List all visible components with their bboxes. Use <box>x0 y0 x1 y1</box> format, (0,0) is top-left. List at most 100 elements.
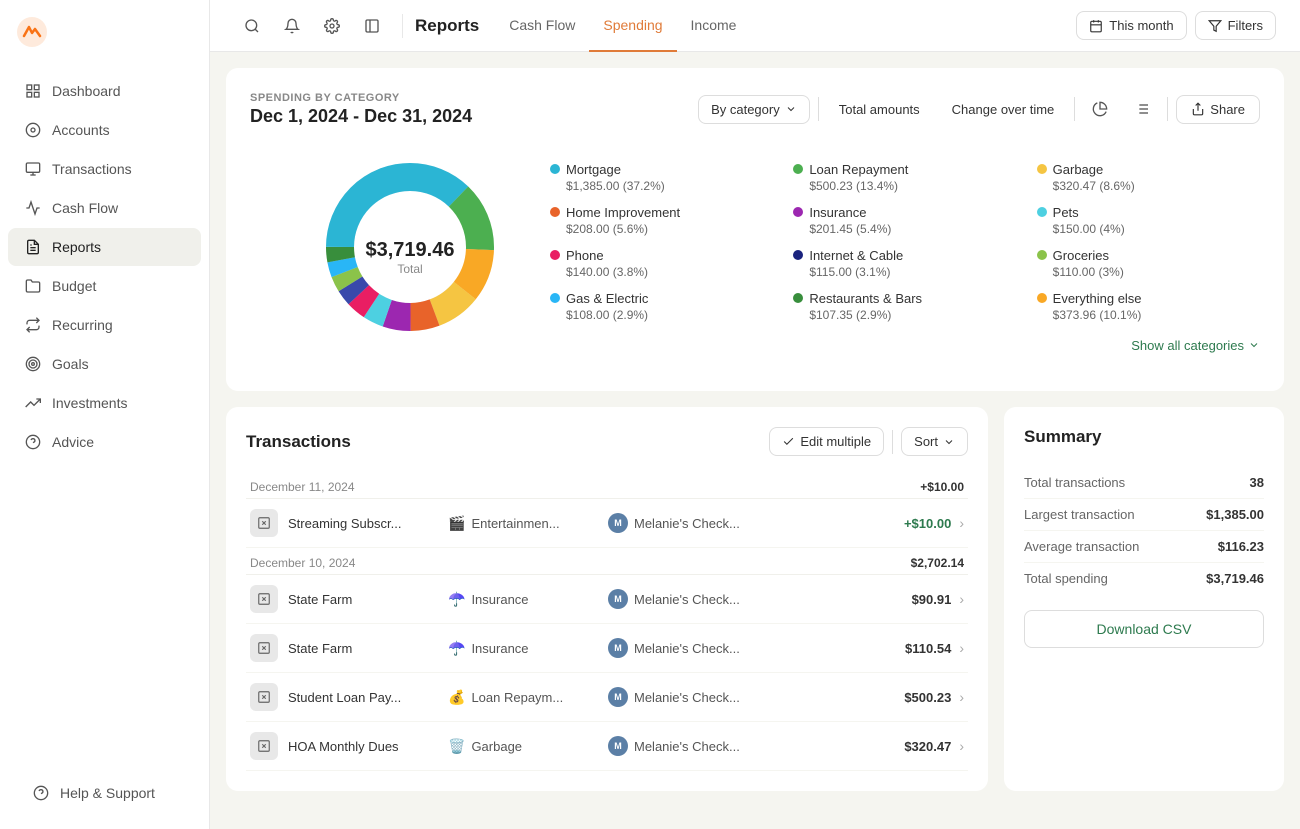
tx-icon <box>250 585 278 613</box>
notifications-icon-btn[interactable] <box>274 8 310 44</box>
table-row[interactable]: State Farm ☂️ Insurance M Melanie's Chec… <box>246 624 968 673</box>
legend-value: $208.00 (5.6%) <box>566 222 773 236</box>
dashboard-icon <box>24 82 42 100</box>
legend-dot <box>793 164 803 174</box>
tx-account: M Melanie's Check... <box>608 736 768 756</box>
legend-name: Garbage <box>1037 162 1260 177</box>
sidebar-item-reports[interactable]: Reports <box>8 228 201 266</box>
app-logo <box>0 16 209 71</box>
sidebar-item-recurring[interactable]: Recurring <box>8 306 201 344</box>
filters-button[interactable]: Filters <box>1195 11 1276 40</box>
legend-value: $1,385.00 (37.2%) <box>566 179 773 193</box>
spending-by-category-card: SPENDING BY CATEGORY Dec 1, 2024 - Dec 3… <box>226 68 1284 391</box>
share-button[interactable]: Share <box>1176 95 1260 124</box>
edit-multiple-button[interactable]: Edit multiple <box>769 427 884 456</box>
top-navigation: Reports Cash FlowSpendingIncome This mon… <box>210 0 1300 52</box>
tx-cat-icon: ☂️ <box>448 640 465 657</box>
table-row[interactable]: Student Loan Pay... 💰 Loan Repaym... M M… <box>246 673 968 722</box>
reports-icon <box>24 238 42 256</box>
legend-dot <box>793 293 803 303</box>
table-row[interactable]: Streaming Subscr... 🎬 Entertainmen... M … <box>246 499 968 548</box>
table-row[interactable]: State Farm ☂️ Insurance M Melanie's Chec… <box>246 575 968 624</box>
sidebar-item-dashboard[interactable]: Dashboard <box>8 72 201 110</box>
tx-icon <box>250 509 278 537</box>
settings-icon-btn[interactable] <box>314 8 350 44</box>
legend-dot <box>793 250 803 260</box>
sidebar-toggle-btn[interactable] <box>354 8 390 44</box>
budget-icon <box>24 277 42 295</box>
legend-name: Mortgage <box>550 162 773 177</box>
sidebar-item-transactions[interactable]: Transactions <box>8 150 201 188</box>
tab-income[interactable]: Income <box>677 0 751 52</box>
tx-cat-icon: 🗑️ <box>448 738 465 755</box>
tx-name: HOA Monthly Dues <box>288 739 448 754</box>
legend-item: Pets $150.00 (4%) <box>1037 205 1260 236</box>
by-category-button[interactable]: By category <box>698 95 810 124</box>
legend-value: $115.00 (3.1%) <box>809 265 1016 279</box>
tab-spending[interactable]: Spending <box>589 0 676 52</box>
sidebar-item-goals[interactable]: Goals <box>8 345 201 383</box>
tx-category: 💰 Loan Repaym... <box>448 689 608 706</box>
summary-row: Total transactions 38 <box>1024 467 1264 499</box>
sidebar-item-advice[interactable]: Advice <box>8 423 201 461</box>
this-month-button[interactable]: This month <box>1076 11 1186 40</box>
legend-name: Restaurants & Bars <box>793 291 1016 306</box>
donut-total-amount: $3,719.46 <box>366 239 455 262</box>
summary-title: Summary <box>1024 427 1264 447</box>
legend-name: Home Improvement <box>550 205 773 220</box>
legend-dot <box>550 293 560 303</box>
sidebar-item-investments[interactable]: Investments <box>8 384 201 422</box>
change-over-time-button[interactable]: Change over time <box>940 96 1067 123</box>
total-amounts-button[interactable]: Total amounts <box>827 96 932 123</box>
legend-item: Everything else $373.96 (10.1%) <box>1037 291 1260 322</box>
sidebar-item-cashflow[interactable]: Cash Flow <box>8 189 201 227</box>
tx-icon <box>250 634 278 662</box>
donut-total-label: Total <box>366 262 455 276</box>
legend-value: $320.47 (8.6%) <box>1053 179 1260 193</box>
bottom-section: Transactions Edit multiple Sort D <box>210 407 1300 807</box>
advice-icon <box>24 433 42 451</box>
search-icon-btn[interactable] <box>234 8 270 44</box>
legend-item: Loan Repayment $500.23 (13.4%) <box>793 162 1016 193</box>
legend-item: Home Improvement $208.00 (5.6%) <box>550 205 773 236</box>
sidebar-item-budget[interactable]: Budget <box>8 267 201 305</box>
table-row[interactable]: HOA Monthly Dues 🗑️ Garbage M Melanie's … <box>246 722 968 771</box>
show-all-categories-button[interactable]: Show all categories <box>1131 338 1260 353</box>
sidebar-label-investments: Investments <box>52 395 127 411</box>
legend-value: $140.00 (3.8%) <box>566 265 773 279</box>
transactions-controls: Edit multiple Sort <box>769 427 968 456</box>
legend-section: Mortgage $1,385.00 (37.2%) Loan Repaymen… <box>550 162 1260 353</box>
download-csv-button[interactable]: Download CSV <box>1024 610 1264 648</box>
legend-name: Everything else <box>1037 291 1260 306</box>
legend-item: Phone $140.00 (3.8%) <box>550 248 773 279</box>
sidebar-label-transactions: Transactions <box>52 161 132 177</box>
transactions-card: Transactions Edit multiple Sort D <box>226 407 988 791</box>
sidebar-item-help[interactable]: Help & Support <box>16 774 193 812</box>
help-icon <box>32 784 50 802</box>
legend-value: $201.45 (5.4%) <box>809 222 1016 236</box>
tx-chevron-icon: › <box>959 515 964 531</box>
investments-icon <box>24 394 42 412</box>
tx-category: 🗑️ Garbage <box>448 738 608 755</box>
legend-name: Gas & Electric <box>550 291 773 306</box>
tx-acct-avatar: M <box>608 736 628 756</box>
tab-cash-flow[interactable]: Cash Flow <box>495 0 589 52</box>
accounts-icon <box>24 121 42 139</box>
topnav-right: This month Filters <box>1076 11 1276 40</box>
transactions-icon <box>24 160 42 178</box>
legend-item: Groceries $110.00 (3%) <box>1037 248 1260 279</box>
tx-category: 🎬 Entertainmen... <box>448 515 608 532</box>
tx-chevron-icon: › <box>959 738 964 754</box>
sidebar-item-accounts[interactable]: Accounts <box>8 111 201 149</box>
tx-group-date: December 10, 2024 <box>250 556 355 570</box>
legend-dot <box>1037 207 1047 217</box>
list-chart-icon-btn[interactable] <box>1125 92 1159 126</box>
pie-chart-icon-btn[interactable] <box>1083 92 1117 126</box>
sort-button[interactable]: Sort <box>901 427 968 456</box>
tx-name: Streaming Subscr... <box>288 516 448 531</box>
tx-cat-icon: ☂️ <box>448 591 465 608</box>
summary-row: Largest transaction $1,385.00 <box>1024 499 1264 531</box>
sidebar-label-budget: Budget <box>52 278 96 294</box>
tx-group-date: December 11, 2024 <box>250 480 355 494</box>
tx-name: State Farm <box>288 592 448 607</box>
